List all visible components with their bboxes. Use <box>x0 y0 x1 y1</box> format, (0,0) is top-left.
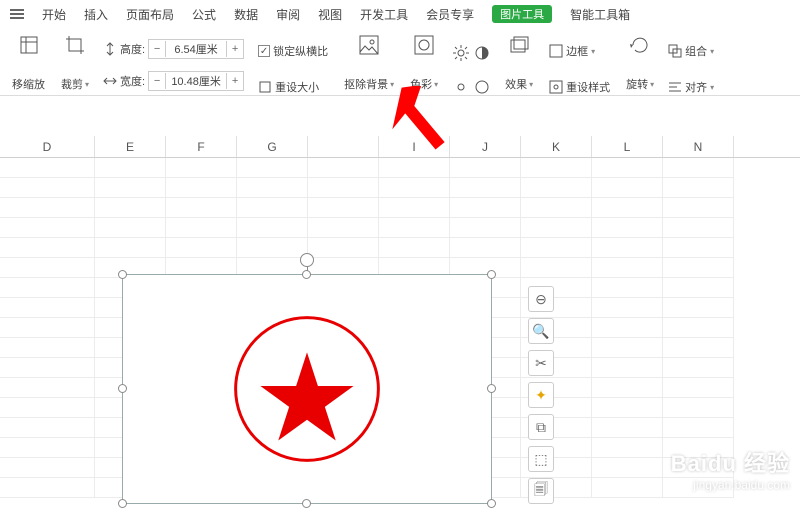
crop-group: 裁剪▾ <box>53 34 97 92</box>
width-decrease[interactable]: − <box>149 75 165 87</box>
arrange-group: 组合▾ 对齐▾ <box>662 34 720 104</box>
width-input[interactable]: − 10.48厘米 + <box>148 71 244 91</box>
stamp-graphic <box>123 275 491 503</box>
col-header-F[interactable]: F <box>166 136 237 157</box>
rotate-handle[interactable] <box>300 253 314 267</box>
resize-handle-tr[interactable] <box>487 270 496 279</box>
spreadsheet: DEFGIJKLN ⊖ 🔍 ✂ ✦ ⧉ ⬚ 🗐 <box>0 96 800 498</box>
resize-handle-r[interactable] <box>487 384 496 393</box>
resize-handle-l[interactable] <box>118 384 127 393</box>
rotate-button[interactable]: 旋转▾ <box>626 76 654 92</box>
qt-format[interactable]: 🗐 <box>528 478 554 504</box>
remove-bg-group: 抠除背景▾ <box>336 34 402 92</box>
group-icon <box>668 44 682 58</box>
ribbon: 移缩放 裁剪▾ 高度: − 6.54厘米 + 宽度: − 10.48厘米 + <box>0 28 800 96</box>
effect-group: 效果▾ <box>497 34 541 92</box>
height-value[interactable]: 6.54厘米 <box>165 41 227 57</box>
resize-handle-tl[interactable] <box>118 270 127 279</box>
ratio-group: ✓ 锁定纵横比 重设大小 <box>250 34 336 104</box>
height-increase[interactable]: + <box>227 43 243 55</box>
qt-minus[interactable]: ⊖ <box>528 286 554 312</box>
height-icon <box>103 42 117 56</box>
width-value[interactable]: 10.48厘米 <box>165 73 227 89</box>
tab-review[interactable]: 审阅 <box>276 6 300 23</box>
watermark-brand: Baidu 经验 <box>671 446 790 478</box>
qt-effects[interactable]: ✦ <box>528 382 554 408</box>
tab-layout[interactable]: 页面布局 <box>126 6 174 23</box>
border-icon <box>549 44 563 58</box>
tab-smart-tools[interactable]: 智能工具箱 <box>570 6 630 23</box>
remove-bg-icon <box>358 34 380 56</box>
width-increase[interactable]: + <box>227 75 243 87</box>
hamburger-icon[interactable] <box>10 13 24 15</box>
tab-dev[interactable]: 开发工具 <box>360 6 408 23</box>
border-group: 边框▾ 重设样式 <box>541 34 618 104</box>
qt-crop[interactable]: ✂ <box>528 350 554 376</box>
color-icon <box>413 34 435 56</box>
scale-group: 移缩放 <box>4 34 53 92</box>
resize-handle-br[interactable] <box>487 499 496 508</box>
inserted-image[interactable] <box>122 274 492 504</box>
qt-fx[interactable]: ⬚ <box>528 446 554 472</box>
watermark: Baidu 经验 jingyan.baidu.com <box>671 446 790 492</box>
image-quick-tools: ⊖ 🔍 ✂ ✦ ⧉ ⬚ 🗐 <box>528 286 554 504</box>
height-decrease[interactable]: − <box>149 43 165 55</box>
tab-view[interactable]: 视图 <box>318 6 342 23</box>
rotate-group: 旋转▾ <box>618 34 662 92</box>
color-button[interactable]: 色彩▾ <box>410 76 438 92</box>
col-header-I[interactable]: I <box>379 136 450 157</box>
col-header-D[interactable]: D <box>0 136 95 157</box>
tab-formula[interactable]: 公式 <box>192 6 216 23</box>
contrast2-icon[interactable] <box>473 78 491 96</box>
group-button[interactable]: 组合▾ <box>668 38 714 64</box>
reset-style-icon <box>549 80 563 94</box>
effect-icon <box>508 34 530 56</box>
size-group: 高度: − 6.54厘米 + 宽度: − 10.48厘米 + <box>97 34 250 96</box>
width-label: 宽度: <box>120 73 145 89</box>
crop-button[interactable]: 裁剪▾ <box>61 76 89 92</box>
sun-icon[interactable] <box>452 44 470 62</box>
color-group: 色彩▾ <box>402 34 446 92</box>
col-header-N[interactable]: N <box>663 136 734 157</box>
reset-size-icon <box>258 80 272 94</box>
scale-label[interactable]: 移缩放 <box>12 76 45 92</box>
column-headers: DEFG IJKLN <box>0 136 800 158</box>
col-header-blank[interactable] <box>308 136 379 157</box>
lock-ratio-checkbox[interactable]: ✓ 锁定纵横比 <box>258 38 328 64</box>
col-header-J[interactable]: J <box>450 136 521 157</box>
height-input[interactable]: − 6.54厘米 + <box>148 39 244 59</box>
tab-vip[interactable]: 会员专享 <box>426 6 474 23</box>
rotate-icon <box>629 34 651 56</box>
sun2-icon[interactable] <box>452 78 470 96</box>
col-header-E[interactable]: E <box>95 136 166 157</box>
contrast-icon[interactable] <box>473 44 491 62</box>
menu-tab-bar: 开始 插入 页面布局 公式 数据 审阅 视图 开发工具 会员专享 图片工具 智能… <box>0 0 800 28</box>
col-header-K[interactable]: K <box>521 136 592 157</box>
col-header-G[interactable]: G <box>237 136 308 157</box>
align-icon <box>668 80 682 94</box>
qt-zoom[interactable]: 🔍 <box>528 318 554 344</box>
tab-data[interactable]: 数据 <box>234 6 258 23</box>
col-header-L[interactable]: L <box>592 136 663 157</box>
qt-copy[interactable]: ⧉ <box>528 414 554 440</box>
resize-handle-b[interactable] <box>302 499 311 508</box>
tab-insert[interactable]: 插入 <box>84 6 108 23</box>
effect-button[interactable]: 效果▾ <box>505 76 533 92</box>
watermark-sub: jingyan.baidu.com <box>671 478 790 492</box>
resize-handle-bl[interactable] <box>118 499 127 508</box>
width-icon <box>103 74 117 88</box>
resize-handle-t[interactable] <box>302 270 311 279</box>
scale-icon <box>18 34 40 56</box>
tab-picture-tools[interactable]: 图片工具 <box>492 5 552 23</box>
checkbox-icon: ✓ <box>258 45 270 57</box>
crop-icon <box>64 34 86 56</box>
border-button[interactable]: 边框▾ <box>549 38 610 64</box>
remove-bg-button[interactable]: 抠除背景▾ <box>344 76 394 92</box>
height-label: 高度: <box>120 41 145 57</box>
tab-home[interactable]: 开始 <box>42 6 66 23</box>
